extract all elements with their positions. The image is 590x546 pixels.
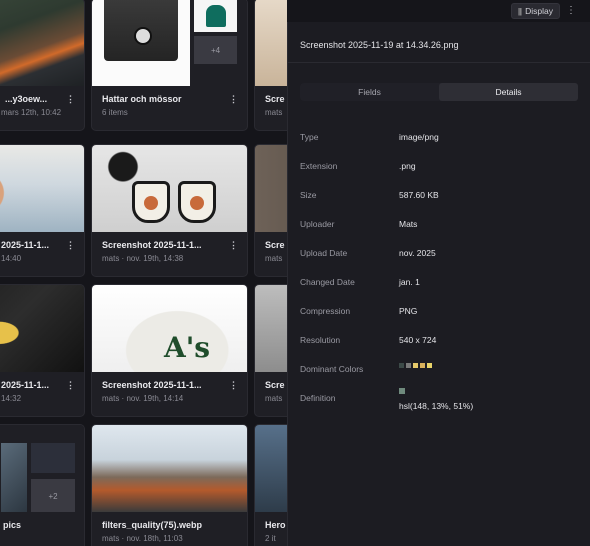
card-title: filters_quality(75).webp	[102, 520, 203, 530]
card-meta: mats · nov. 19th, 14:14	[102, 394, 184, 403]
color-swatch	[420, 363, 425, 368]
card-meta: mats	[265, 254, 283, 263]
more-vertical-icon[interactable]: ⋮	[566, 3, 576, 19]
thumbnail	[255, 285, 287, 372]
media-card[interactable]: Screenshot 2025-11-1... mats · nov. 19th…	[91, 144, 248, 277]
card-meta: 14:40	[1, 254, 22, 263]
card-title: pics	[3, 520, 22, 530]
color-swatch	[399, 363, 404, 368]
resolution-value: 540 x 724	[399, 335, 437, 345]
resolution-label: Resolution	[300, 335, 341, 345]
card-meta: 14:32	[1, 394, 22, 403]
display-button[interactable]: ||| Display	[510, 3, 560, 19]
more-vertical-icon[interactable]: ⋮	[66, 94, 75, 105]
card-meta: mats	[265, 108, 283, 117]
color-swatch	[406, 363, 411, 368]
definition-swatch	[399, 388, 405, 394]
card-title: Scre	[265, 94, 285, 104]
color-swatch	[413, 363, 418, 368]
dominant-colors-swatches	[399, 363, 432, 368]
compression-label: Compression	[300, 306, 351, 316]
compression-value: PNG	[399, 306, 418, 316]
card-title: 2025-11-1...	[1, 240, 50, 250]
card-title: Hattar och mössor	[102, 94, 182, 104]
thumbnail	[255, 145, 287, 232]
card-title: Scre	[265, 380, 285, 390]
extra-count: +2	[31, 479, 75, 512]
size-label: Size	[300, 190, 317, 200]
media-card[interactable]: filters_quality(75).webp mats · nov. 18t…	[91, 424, 248, 546]
color-swatch	[427, 363, 432, 368]
card-title: 2025-11-1...	[1, 380, 50, 390]
media-card[interactable]: +2 pics	[0, 424, 85, 546]
panel-tabs: Fields Details	[300, 83, 578, 101]
tab-fields[interactable]: Fields	[300, 83, 439, 101]
more-vertical-icon[interactable]: ⋮	[66, 380, 75, 391]
definition-value: hsl(148, 13%, 51%)	[399, 401, 474, 411]
details-panel: Screenshot 2025-11-19 at 14.34.26.png Fi…	[287, 22, 590, 546]
more-vertical-icon[interactable]: ⋮	[66, 240, 75, 251]
card-title: ...y3oew...	[5, 94, 48, 104]
media-card[interactable]: Hero 2 it	[254, 424, 287, 546]
card-meta: mats · nov. 19th, 14:38	[102, 254, 184, 263]
extension-label: Extension	[300, 161, 338, 171]
extension-value: .png	[399, 161, 416, 171]
card-meta: mats	[265, 394, 283, 403]
thumbnail	[0, 285, 84, 372]
card-meta: mars 12th, 10:42	[1, 108, 62, 117]
thumbnail	[92, 425, 247, 512]
card-title: Screenshot 2025-11-1...	[102, 240, 202, 250]
thumbnail	[255, 425, 287, 512]
logo-image: A's	[164, 331, 211, 364]
card-meta: 6 items	[102, 108, 128, 117]
definition-label: Definition	[300, 393, 336, 403]
thumbnail	[0, 145, 84, 232]
changed-date-value: jan. 1	[399, 277, 420, 287]
type-label: Type	[300, 132, 319, 142]
uploader-value: Mats	[399, 219, 418, 229]
thumbnail: A's	[92, 285, 247, 372]
media-card[interactable]: 2025-11-1... 14:32 ⋮	[0, 284, 85, 417]
thumbnail	[92, 145, 247, 232]
media-card[interactable]: Scre mats	[254, 284, 287, 417]
card-title: Hero	[265, 520, 286, 530]
media-card[interactable]: A's Screenshot 2025-11-1... mats · nov. …	[91, 284, 248, 417]
size-value: 587.60 KB	[399, 190, 439, 200]
upload-date-label: Upload Date	[300, 248, 348, 258]
card-meta: mats · nov. 18th, 11:03	[102, 534, 183, 543]
more-vertical-icon[interactable]: ⋮	[229, 94, 238, 105]
top-bar: ||| Display ⋮	[0, 0, 590, 22]
extra-count: +4	[194, 36, 237, 64]
card-title: Scre	[265, 240, 285, 250]
media-card[interactable]: Scre mats	[254, 144, 287, 277]
card-meta: 2 it	[265, 534, 276, 543]
thumbnail: +2	[0, 425, 84, 512]
display-label: Display	[525, 6, 553, 16]
media-card[interactable]: 2025-11-1... 14:40 ⋮	[0, 144, 85, 277]
upload-date-value: nov. 2025	[399, 248, 436, 258]
media-grid: ...y3oew... mars 12th, 10:42 ⋮ +4 Hattar…	[0, 0, 287, 546]
columns-icon: |||	[517, 6, 522, 16]
divider	[288, 62, 590, 63]
card-title: Screenshot 2025-11-1...	[102, 380, 202, 390]
tab-details[interactable]: Details	[439, 83, 578, 101]
more-vertical-icon[interactable]: ⋮	[229, 240, 238, 251]
more-vertical-icon[interactable]: ⋮	[229, 380, 238, 391]
dominant-colors-label: Dominant Colors	[300, 364, 364, 374]
uploader-label: Uploader	[300, 219, 335, 229]
changed-date-label: Changed Date	[300, 277, 355, 287]
panel-title: Screenshot 2025-11-19 at 14.34.26.png	[300, 40, 459, 50]
type-value: image/png	[399, 132, 439, 142]
